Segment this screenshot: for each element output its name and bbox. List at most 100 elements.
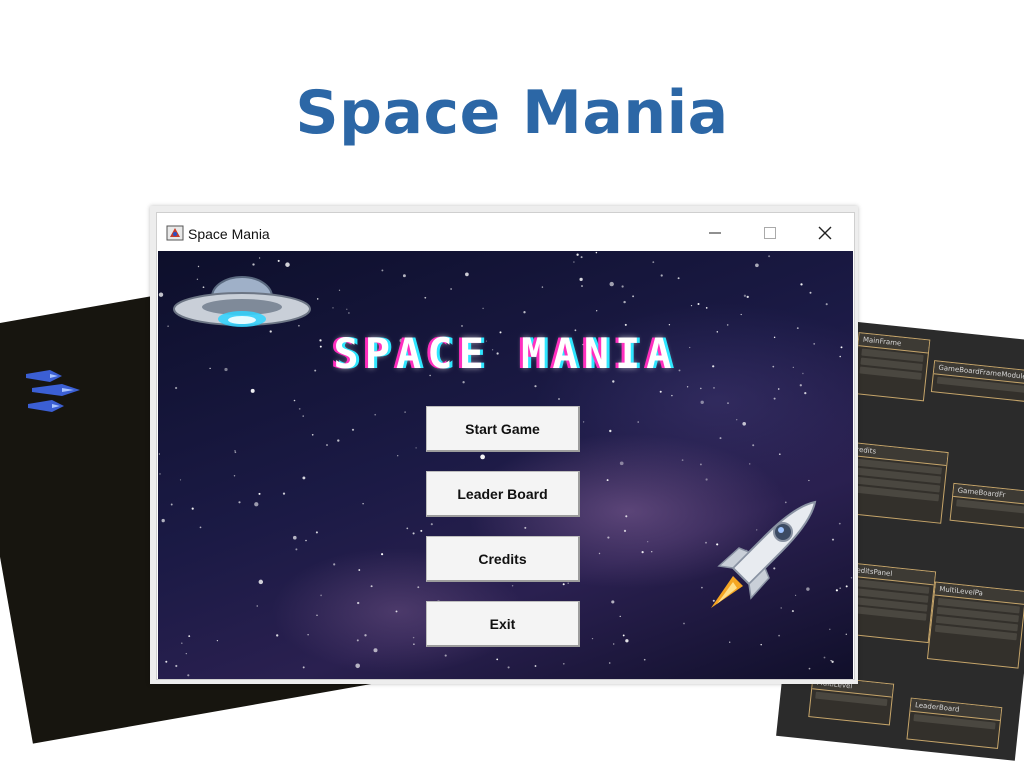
star [705, 307, 708, 309]
minimize-button[interactable] [692, 219, 738, 247]
uml-box: MainFrame [852, 332, 931, 402]
star [699, 387, 702, 390]
star [835, 589, 839, 592]
star [729, 641, 731, 643]
star [188, 635, 191, 638]
star [326, 444, 328, 446]
star [167, 325, 169, 328]
star [333, 563, 336, 566]
star [534, 665, 537, 667]
star [778, 453, 781, 456]
star [612, 380, 615, 383]
star [573, 261, 575, 263]
star [700, 400, 704, 404]
star [450, 288, 452, 290]
maximize-button[interactable] [747, 219, 793, 247]
page-title: Space Mania [295, 78, 729, 148]
star [252, 263, 255, 266]
star [755, 263, 759, 268]
star [705, 478, 708, 481]
star [250, 388, 255, 393]
star [799, 384, 802, 387]
star [199, 526, 202, 529]
star [158, 453, 161, 455]
start-game-button[interactable]: Start Game [426, 406, 580, 452]
star [659, 390, 662, 393]
star [650, 550, 653, 553]
star [719, 437, 722, 440]
star [647, 541, 649, 543]
star [562, 583, 565, 586]
star [625, 515, 628, 518]
star [256, 605, 258, 607]
star [175, 664, 178, 668]
credits-button[interactable]: Credits [426, 536, 580, 582]
star [191, 507, 194, 510]
star [773, 397, 776, 400]
star [808, 667, 811, 670]
star [609, 281, 614, 287]
close-button[interactable] [802, 219, 848, 247]
spaceship-fleet-icon [26, 370, 80, 412]
star [582, 421, 585, 423]
star [831, 538, 835, 541]
star [641, 551, 644, 554]
minimize-icon [709, 232, 721, 234]
star [829, 628, 831, 631]
uml-box: MultiLevelPa [926, 581, 1024, 669]
star [809, 291, 812, 294]
star [415, 447, 417, 449]
star [632, 295, 635, 298]
star [576, 253, 579, 256]
star [845, 633, 847, 635]
star [534, 385, 537, 388]
star [743, 294, 747, 297]
maximize-icon [764, 227, 776, 239]
star [823, 656, 826, 659]
star [277, 259, 280, 262]
star [726, 324, 729, 326]
star [302, 666, 305, 669]
star [302, 415, 304, 417]
java-app-icon [166, 225, 184, 241]
star [179, 479, 182, 481]
star [624, 323, 627, 326]
star [420, 529, 423, 532]
title-bar[interactable]: Space Mania [157, 213, 854, 251]
star [608, 662, 611, 664]
exit-button[interactable]: Exit [426, 601, 580, 647]
star [607, 536, 610, 539]
star [581, 285, 583, 287]
star [623, 529, 627, 533]
leader-board-button[interactable]: Leader Board [426, 471, 580, 517]
star [238, 501, 241, 504]
star [358, 569, 361, 571]
close-icon [818, 226, 832, 240]
star [742, 422, 746, 426]
star [307, 634, 309, 636]
star [652, 261, 655, 263]
star [174, 386, 178, 390]
star [412, 636, 415, 639]
star [480, 454, 485, 460]
star [690, 304, 693, 307]
star [197, 265, 200, 268]
game-menu-panel: SPACE MANIA Start Game Leader Board Cred… [158, 251, 853, 679]
star [507, 666, 510, 669]
uml-box: LeaderBoard [906, 697, 1003, 749]
star [298, 408, 301, 410]
star [579, 277, 583, 282]
star [825, 303, 828, 306]
star [697, 303, 700, 305]
star [302, 476, 306, 480]
star [746, 295, 749, 299]
rocket-icon [711, 500, 817, 608]
star [395, 610, 398, 613]
star [596, 310, 598, 312]
star [234, 451, 237, 454]
star [606, 479, 609, 482]
star [444, 654, 447, 657]
star [461, 325, 463, 327]
star [713, 387, 715, 389]
star [778, 634, 781, 637]
